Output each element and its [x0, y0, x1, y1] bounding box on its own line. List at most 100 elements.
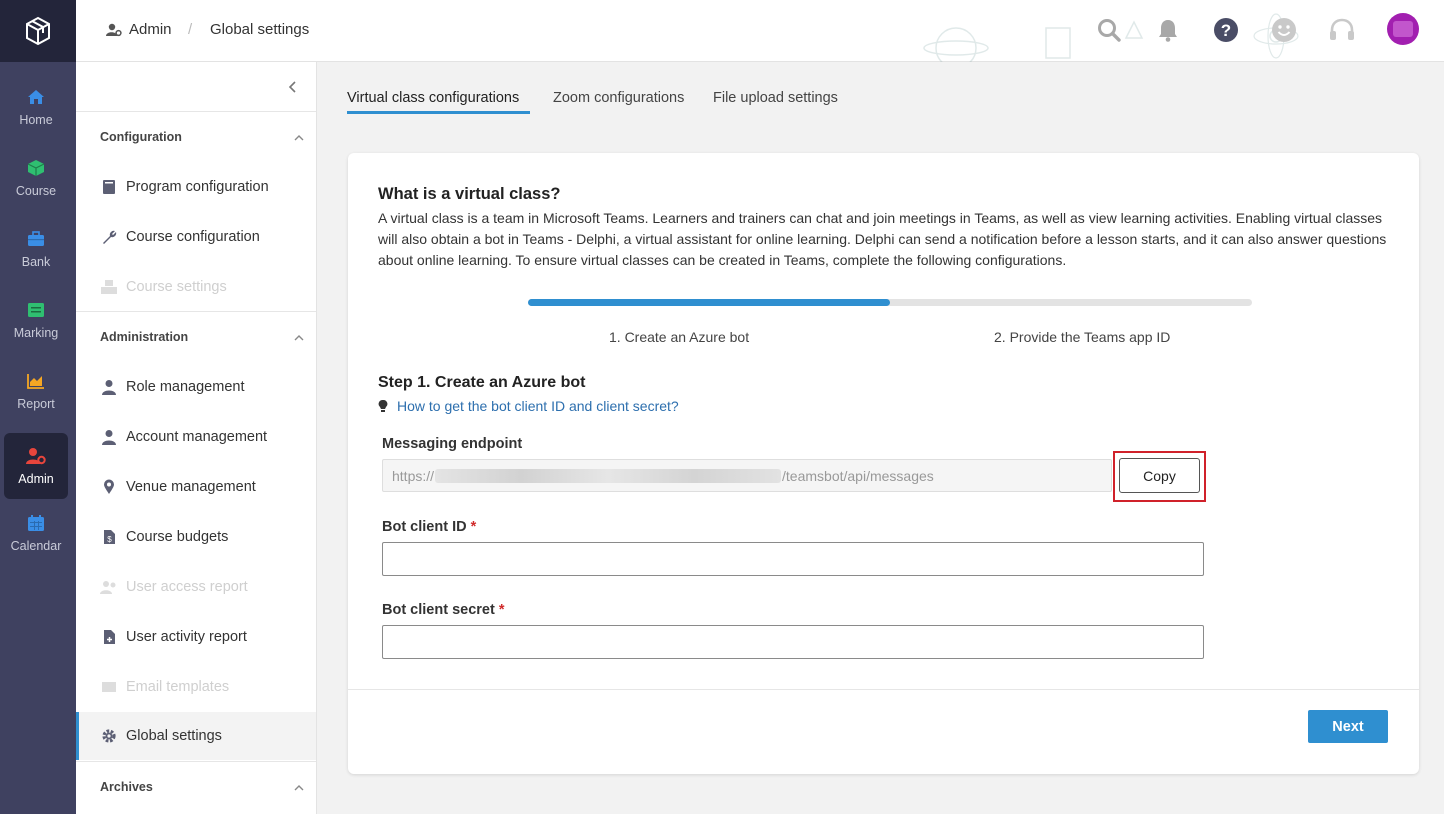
headset-icon[interactable] [1328, 16, 1356, 44]
sidebar-item-course-configuration[interactable]: Course configuration [76, 215, 316, 259]
avatar[interactable] [1387, 13, 1419, 45]
step-progress-bar [528, 299, 1252, 306]
cubes-icon [100, 278, 118, 296]
step-label-1: 1. Create an Azure bot [609, 329, 750, 345]
next-button[interactable]: Next [1308, 710, 1388, 743]
section-title-archives[interactable]: Archives [100, 780, 153, 794]
sidebar-item-label: Venue management [126, 479, 256, 495]
svg-text:$: $ [107, 535, 112, 544]
bot-client-id-input[interactable] [382, 542, 1204, 576]
breadcrumb-admin-label: Admin [129, 21, 172, 38]
rail-item-label: Course [15, 183, 57, 198]
rail-item-label: Admin [18, 471, 54, 486]
sidebar-item-label: Program configuration [126, 179, 269, 195]
logo-icon [26, 16, 50, 46]
briefcase-icon [26, 230, 46, 248]
sidebar-divider [76, 111, 316, 112]
rail-item-label: Bank [21, 254, 51, 269]
bot-client-secret-label-text: Bot client secret [382, 602, 495, 618]
copy-button[interactable]: Copy [1119, 458, 1200, 493]
settings-sidebar: Configuration Program configuration Cour… [76, 62, 317, 814]
rail-item-admin[interactable]: Admin [4, 433, 68, 499]
chevron-up-icon[interactable] [294, 333, 304, 343]
collapse-sidebar-icon[interactable] [288, 80, 298, 96]
bot-client-id-label: Bot client ID * [382, 519, 476, 535]
rail-item-home[interactable]: Home [4, 74, 68, 140]
bot-client-secret-input[interactable] [382, 625, 1204, 659]
bot-client-secret-label: Bot client secret * [382, 602, 505, 618]
sidebar-item-label: Account management [126, 429, 268, 445]
sidebar-item-course-settings: Course settings [76, 265, 316, 309]
help-link[interactable]: How to get the bot client ID and client … [378, 398, 679, 414]
messaging-endpoint-label: Messaging endpoint [382, 436, 523, 452]
page-title: Global settings [210, 21, 310, 38]
required-mark: * [498, 602, 505, 618]
help-link-label: How to get the bot client ID and client … [397, 398, 679, 414]
sidebar-divider [76, 761, 316, 762]
tab-file-upload-settings[interactable]: File upload settings [713, 90, 838, 106]
rail-item-calendar[interactable]: Calendar [4, 500, 68, 566]
map-pin-icon [100, 478, 118, 496]
rail-item-label: Home [19, 112, 53, 127]
sidebar-item-label: User activity report [126, 629, 247, 645]
rail-item-report[interactable]: Report [4, 358, 68, 424]
card-footer-divider [348, 689, 1419, 690]
file-plus-icon [100, 628, 118, 646]
rail-item-label: Report [17, 396, 55, 411]
sidebar-item-global-settings[interactable]: Global settings [76, 712, 316, 760]
sidebar-divider [76, 311, 316, 312]
sidebar-item-label: Course settings [126, 279, 227, 295]
search-icon[interactable] [1095, 16, 1123, 44]
svg-text:?: ? [1221, 21, 1231, 40]
tab-zoom-configurations[interactable]: Zoom configurations [553, 90, 684, 106]
sidebar-item-course-budgets[interactable]: $ Course budgets [76, 515, 316, 559]
book-icon [100, 178, 118, 196]
marking-icon [26, 301, 46, 319]
sidebar-item-user-activity-report[interactable]: User activity report [76, 615, 316, 659]
rail-item-marking[interactable]: Marking [4, 287, 68, 353]
gear-icon [100, 727, 118, 745]
rail-item-course[interactable]: Course [4, 145, 68, 211]
bot-client-id-label-text: Bot client ID [382, 519, 467, 535]
smiley-icon[interactable] [1270, 16, 1298, 44]
required-mark: * [470, 519, 477, 535]
card-description: A virtual class is a team in Microsoft T… [378, 210, 1387, 268]
step-progress-fill [528, 299, 890, 306]
rail-item-bank[interactable]: Bank [4, 216, 68, 282]
cube-icon [26, 159, 46, 177]
messaging-endpoint-field[interactable]: https:// /teamsbot/api/messages [382, 459, 1112, 492]
sidebar-item-label: Course configuration [126, 229, 260, 245]
file-dollar-icon: $ [100, 528, 118, 546]
wrench-icon [100, 228, 118, 246]
lightbulb-icon [378, 399, 388, 412]
sidebar-item-role-management[interactable]: Role management [76, 365, 316, 409]
sidebar-item-label: Role management [126, 379, 245, 395]
calendar-icon [26, 514, 46, 532]
rail-item-label: Marking [13, 325, 59, 340]
bell-icon[interactable] [1154, 16, 1182, 44]
section-title-administration[interactable]: Administration [100, 330, 188, 344]
avatar-image [1393, 21, 1413, 37]
chevron-up-icon[interactable] [294, 133, 304, 143]
home-icon [26, 88, 46, 106]
redacted-host [435, 468, 782, 483]
sidebar-item-account-management[interactable]: Account management [76, 415, 316, 459]
sidebar-item-program-configuration[interactable]: Program configuration [76, 165, 316, 209]
endpoint-suffix: /teamsbot/api/messages [782, 467, 934, 484]
chevron-up-icon[interactable] [294, 783, 304, 793]
sidebar-item-label: Course budgets [126, 529, 229, 545]
section-title-configuration[interactable]: Configuration [100, 130, 182, 144]
app-logo[interactable] [0, 0, 76, 62]
rail-item-label: Calendar [10, 538, 62, 553]
sidebar-item-user-access-report: User access report [76, 565, 316, 609]
tab-virtual-class-configurations[interactable]: Virtual class configurations [347, 90, 519, 106]
sidebar-item-venue-management[interactable]: Venue management [76, 465, 316, 509]
breadcrumb-admin[interactable]: Admin [106, 21, 172, 38]
user-gear-icon [106, 23, 122, 36]
chart-area-icon [26, 372, 46, 390]
active-tab-indicator [347, 111, 530, 114]
help-icon[interactable]: ? [1212, 16, 1240, 44]
sidebar-item-label: Email templates [126, 679, 230, 695]
sidebar-item-label: User access report [126, 579, 248, 595]
user-gear-icon [26, 447, 46, 465]
